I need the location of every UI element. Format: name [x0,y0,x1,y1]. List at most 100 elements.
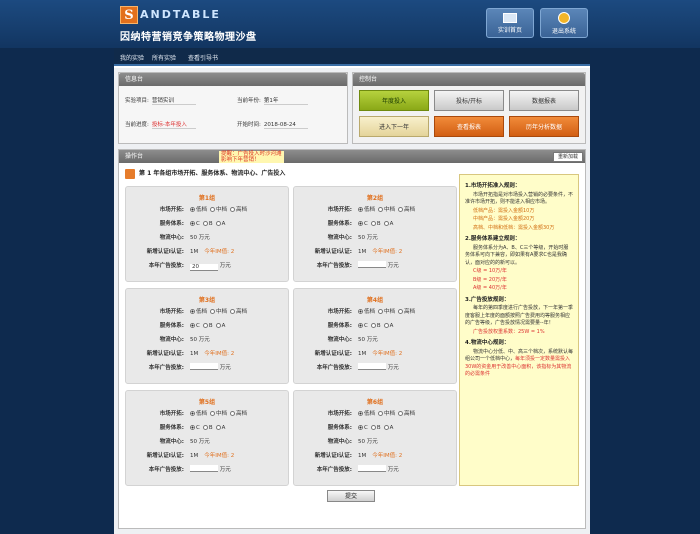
service-opt-a[interactable]: A [383,425,393,431]
certify-note: 今年IM值: 2 [372,453,403,459]
market-opt-mid[interactable]: 中档 [378,409,395,417]
ad-input[interactable] [358,261,386,268]
service-opt-b[interactable]: B [370,221,381,227]
ad-input[interactable] [358,363,386,370]
market-label: 市场开拓: [327,411,352,417]
market-opt-high-label: 高档 [404,207,416,213]
ad-unit: 万元 [219,467,231,473]
reload-button[interactable]: 重新加载 [553,152,583,162]
group-card: 第1组 市场开拓: 低档 中档 高档 服务体系: C B A 物流中心: 50 万元 新增认证I认证:… [125,186,289,282]
service-opt-b[interactable]: B [370,323,381,329]
service-opt-a[interactable]: A [383,323,393,329]
service-label: 服务体系: [159,425,184,431]
service-opt-b[interactable]: B [370,425,381,431]
logistics-row: 物流中心: 50 万元 [130,437,210,445]
market-row: 市场开拓: 低档 中档 高档 [298,409,418,417]
market-opt-high[interactable]: 高档 [398,409,415,417]
service-opt-b[interactable]: B [202,323,213,329]
info-year-label: 当前年份: [237,98,261,104]
service-opt-c[interactable]: C [190,221,200,227]
ad-row: 本年广告投放: 万元 [298,261,399,269]
nav-guide-book[interactable]: 查看引导书 [188,53,218,62]
market-opt-high-label: 高档 [404,411,416,417]
info-project-value: 营销实训 [151,96,196,105]
radio-icon [210,411,216,416]
certify-label: 新增认证I认证: [314,453,352,459]
service-opt-b[interactable]: B [202,221,213,227]
certify-row: 新增认证I认证: 1M 今年IM值: 2 [298,451,402,459]
market-opt-low[interactable]: 低档 [358,205,375,213]
rule-1-text: 市场开拓指是对市场投入营销的必要条件，不准许市场开拓，则不能进入相应市场。 [465,191,574,206]
control-panel: 控制台 年度投入 投标/开标 数据报表 进入下一年 查看报表 历年分析数据 [352,72,586,144]
market-opt-low[interactable]: 低档 [190,409,207,417]
next-year-button[interactable]: 进入下一年 [359,116,429,137]
annual-invest-button[interactable]: 年度投入 [359,90,429,111]
market-opt-mid[interactable]: 中档 [210,205,227,213]
market-opt-high[interactable]: 高档 [398,205,415,213]
market-opt-low[interactable]: 低档 [190,205,207,213]
market-opt-low-label: 低档 [364,207,376,213]
market-label: 市场开拓: [159,207,184,213]
service-opt-a[interactable]: A [383,221,393,227]
market-opt-high-label: 高档 [236,207,248,213]
info-start-label: 开始时间: [237,122,261,128]
service-opt-c[interactable]: C [358,323,368,329]
ad-unit: 万元 [387,467,399,473]
nav-my-experiments[interactable]: 我的实验 [120,53,144,62]
market-opt-high[interactable]: 高档 [230,307,247,315]
service-label: 服务体系: [327,221,352,227]
ad-unit: 万元 [387,365,399,371]
monitor-icon [503,13,517,23]
market-opt-mid[interactable]: 中档 [210,409,227,417]
service-opt-c[interactable]: C [190,425,200,431]
view-report-button[interactable]: 查看报表 [434,116,504,137]
ad-label: 本年广告投放: [148,263,184,269]
certify-amount: 1M [190,453,199,459]
nav-all-experiments[interactable]: 所有实验 [152,53,176,62]
ad-input[interactable] [358,465,386,472]
content-area: 信息台 实验项目: 营销实训 当前年份: 第1年 当前进度: 投标-本年投入 开始时间… [114,68,590,534]
certify-amount: 1M [358,453,367,459]
info-panel-header: 信息台 [119,73,347,86]
ad-input[interactable]: 20 [190,264,218,271]
certify-row: 新增认证I认证: 1M 今年IM值: 2 [130,349,234,357]
data-report-button[interactable]: 数据报表 [509,90,579,111]
group-title: 第5组 [198,399,216,406]
market-opt-low[interactable]: 低档 [358,409,375,417]
market-opt-mid[interactable]: 中档 [210,307,227,315]
market-opt-low[interactable]: 低档 [358,307,375,315]
service-opt-a[interactable]: A [215,323,225,329]
group-title: 第2组 [366,195,384,202]
exit-button[interactable]: 退出系统 [540,8,588,38]
market-opt-mid[interactable]: 中档 [378,307,395,315]
service-opt-a[interactable]: A [215,221,225,227]
control-body: 年度投入 投标/开标 数据报表 进入下一年 查看报表 历年分析数据 [353,86,585,143]
service-opt-c[interactable]: C [190,323,200,329]
bid-open-button[interactable]: 投标/开标 [434,90,504,111]
ad-input[interactable] [190,465,218,472]
market-opt-high[interactable]: 高档 [230,409,247,417]
logistics-value: 50 [358,337,365,343]
market-opt-low[interactable]: 低档 [190,307,207,315]
home-button[interactable]: 实训首页 [486,8,534,38]
ops-hint-line-2: 影响下年营销！ [221,157,260,163]
group-title: 第3组 [198,297,216,304]
rule-3-title: 3.广告投放规则： [465,296,510,303]
radio-icon [370,425,376,430]
market-opt-high[interactable]: 高档 [398,307,415,315]
radio-icon [383,221,389,226]
history-analysis-button[interactable]: 历年分析数据 [509,116,579,137]
market-opt-high-label: 高档 [236,411,248,417]
service-opt-c[interactable]: C [358,425,368,431]
info-row-project: 实验项目: 营销实训 [125,96,196,105]
market-opt-mid[interactable]: 中档 [378,205,395,213]
service-opt-b[interactable]: B [202,425,213,431]
service-opt-c[interactable]: C [358,221,368,227]
ad-input[interactable] [190,363,218,370]
service-opt-c-label: C [364,425,368,431]
submit-button[interactable]: 提交 [327,490,375,502]
market-row: 市场开拓: 低档 中档 高档 [130,409,250,417]
service-opt-a[interactable]: A [215,425,225,431]
radio-icon [190,207,195,212]
market-opt-high[interactable]: 高档 [230,205,247,213]
